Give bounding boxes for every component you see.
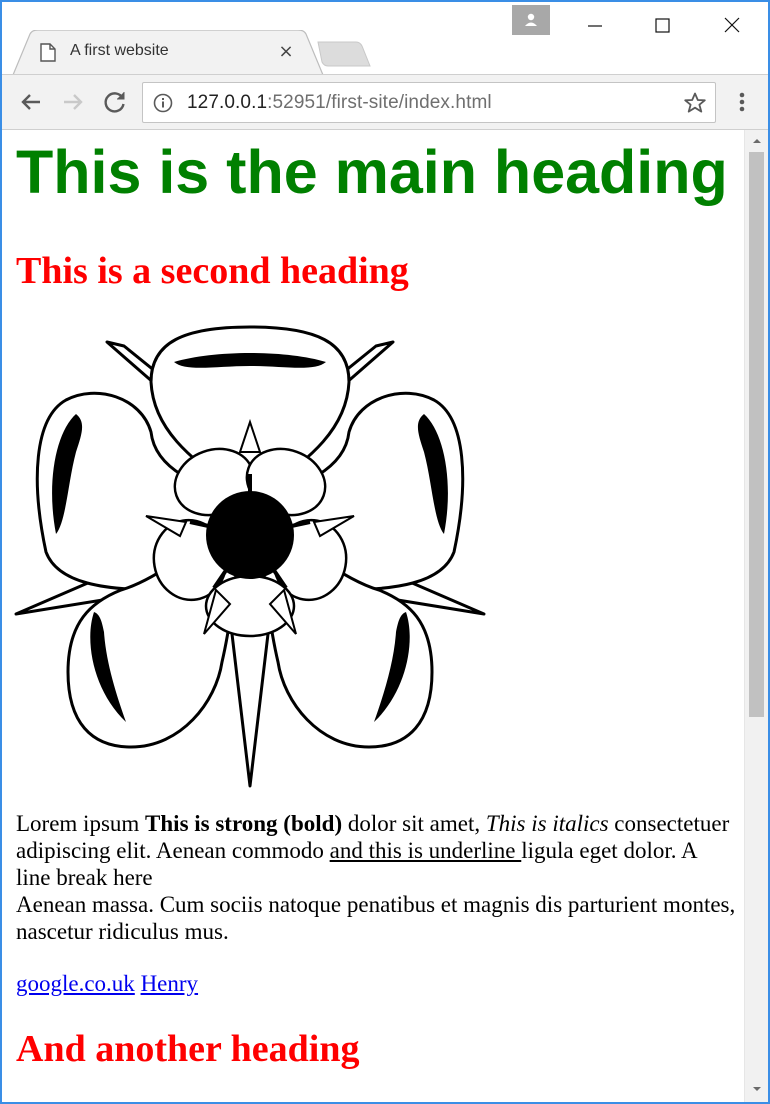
menu-icon[interactable] xyxy=(730,87,754,117)
close-icon[interactable]: × xyxy=(276,42,296,62)
scroll-down-icon[interactable] xyxy=(751,1084,763,1094)
para-text-2: dolor sit amet, xyxy=(342,811,486,836)
browser-window: A first website × 127.0.0.1:52951/first-… xyxy=(0,0,770,1104)
url-text: 127.0.0.1:52951/first-site/index.html xyxy=(187,92,492,114)
para-bold: This is strong (bold) xyxy=(145,811,343,836)
link-google[interactable]: google.co.uk xyxy=(16,971,135,996)
second-heading: This is a second heading xyxy=(16,250,409,292)
info-icon[interactable] xyxy=(153,93,173,113)
url-path: :52951/first-site/index.html xyxy=(267,92,492,113)
para-underline: and this is underline xyxy=(329,838,522,863)
back-icon[interactable] xyxy=(16,87,46,117)
address-bar[interactable]: 127.0.0.1:52951/first-site/index.html xyxy=(142,82,716,123)
new-tab-button[interactable] xyxy=(316,40,372,68)
body-paragraph: Lorem ipsum This is strong (bold) dolor … xyxy=(16,810,736,945)
reload-icon[interactable] xyxy=(100,87,130,117)
forward-icon[interactable] xyxy=(58,87,88,117)
minimize-icon[interactable] xyxy=(572,2,618,36)
maximize-icon[interactable] xyxy=(640,2,686,36)
link-henry[interactable]: Henry xyxy=(141,971,198,996)
tab-strip: A first website × xyxy=(2,2,768,76)
rose-image xyxy=(14,325,486,788)
scroll-up-icon[interactable] xyxy=(751,136,763,146)
star-icon[interactable] xyxy=(683,91,707,115)
scrollbar-thumb[interactable] xyxy=(749,152,764,717)
links-row: google.co.uk Henry xyxy=(16,970,198,997)
main-heading: This is the main heading xyxy=(16,138,728,206)
url-host: 127.0.0.1 xyxy=(187,92,268,113)
para-text-1: Lorem ipsum xyxy=(16,811,146,836)
vertical-scrollbar[interactable] xyxy=(744,130,768,1102)
toolbar: 127.0.0.1:52951/first-site/index.html xyxy=(2,74,768,130)
tab-active[interactable]: A first website × xyxy=(12,30,324,76)
page-viewport: This is the main heading This is a secon… xyxy=(2,130,744,1102)
profile-icon[interactable] xyxy=(512,5,550,35)
another-heading: And another heading xyxy=(16,1028,360,1070)
para-text-5: Aenean massa. Cum sociis natoque penatib… xyxy=(16,892,736,944)
page-icon xyxy=(40,43,56,62)
para-italic: This is italics xyxy=(485,811,609,836)
tab-title: A first website xyxy=(70,42,169,59)
window-close-icon[interactable] xyxy=(708,2,754,36)
